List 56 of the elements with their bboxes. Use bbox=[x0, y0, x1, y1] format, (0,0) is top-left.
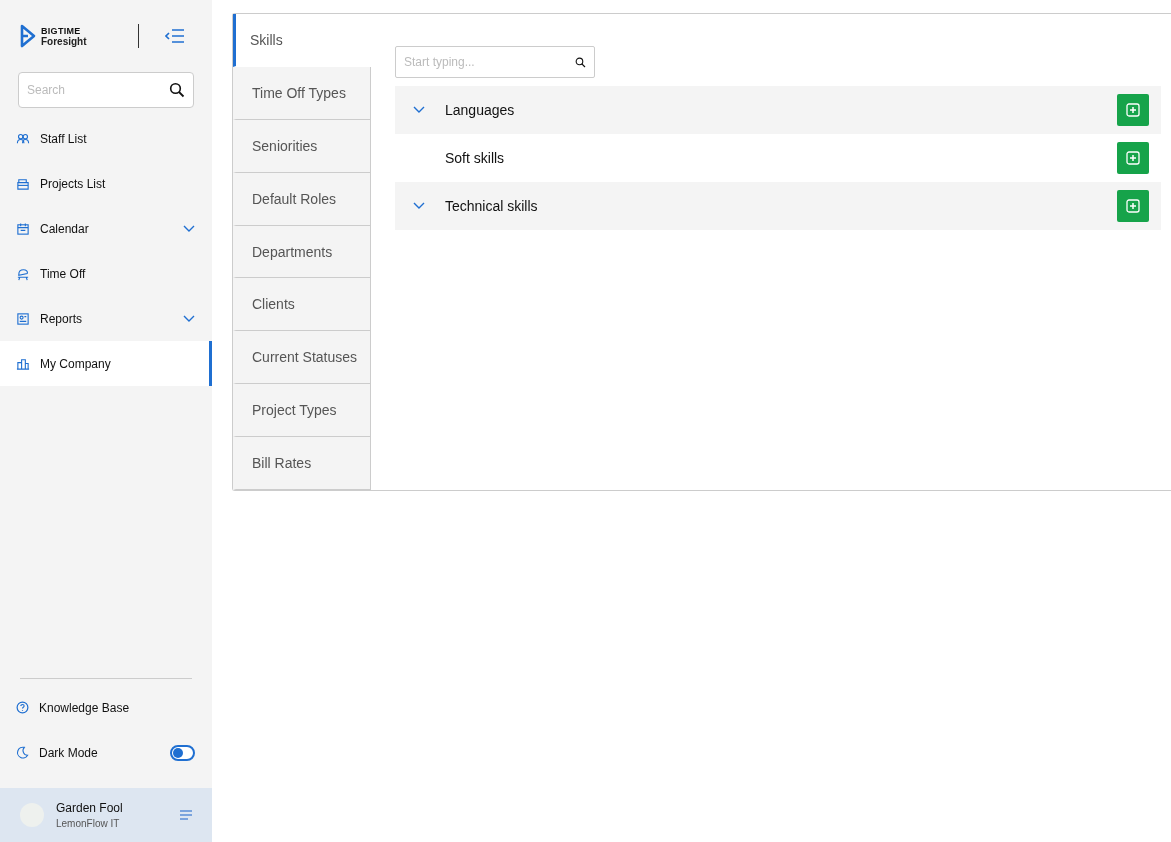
add-button[interactable] bbox=[1117, 142, 1149, 174]
chevron-down-icon bbox=[183, 224, 195, 233]
nav-item[interactable]: Reports bbox=[0, 296, 212, 341]
nav-label: Reports bbox=[40, 311, 84, 326]
plus-icon bbox=[1126, 151, 1140, 165]
user-name: Garden Fool bbox=[56, 801, 124, 815]
report-icon bbox=[16, 311, 30, 326]
setting-label: Dark Mode bbox=[39, 745, 99, 760]
search-icon bbox=[169, 82, 185, 98]
moon-icon bbox=[16, 746, 29, 759]
help-icon bbox=[16, 701, 29, 714]
tab[interactable]: Current Statuses bbox=[233, 331, 371, 385]
nav-label: My Company bbox=[40, 356, 112, 371]
nav-label: Knowledge Base bbox=[39, 700, 131, 715]
user-company: LemonFlow IT bbox=[56, 818, 121, 829]
folder-icon bbox=[16, 176, 30, 191]
people-icon bbox=[16, 131, 30, 146]
plus-icon bbox=[1126, 199, 1140, 213]
nav-item[interactable]: My Company bbox=[0, 341, 212, 386]
tab[interactable]: Seniorities bbox=[233, 119, 371, 173]
nav-item[interactable]: Staff List bbox=[0, 116, 212, 161]
nav-item[interactable]: Time Off bbox=[0, 251, 212, 296]
nav-item[interactable]: Knowledge Base bbox=[0, 685, 212, 730]
nav-item[interactable]: Projects List bbox=[0, 161, 212, 206]
calendar-icon bbox=[16, 221, 30, 236]
collapse-menu-button[interactable] bbox=[164, 29, 185, 43]
skill-group-name: Soft skills bbox=[445, 150, 506, 166]
nav-item[interactable]: Calendar bbox=[0, 206, 212, 251]
tab[interactable]: Departments bbox=[233, 225, 371, 279]
skill-group-name: Languages bbox=[445, 102, 516, 118]
logo-icon bbox=[20, 24, 36, 48]
chevron-down-icon bbox=[413, 202, 425, 210]
dark-mode-toggle[interactable] bbox=[170, 744, 195, 761]
lounger-icon bbox=[16, 266, 30, 281]
nav-label: Staff List bbox=[40, 131, 88, 146]
brand-name: BIGTIME bbox=[41, 25, 82, 36]
add-button[interactable] bbox=[1117, 190, 1149, 222]
tab[interactable]: Default Roles bbox=[233, 172, 371, 226]
skill-group-name: Technical skills bbox=[445, 198, 539, 214]
brand-product: Foresight bbox=[41, 35, 87, 47]
tab[interactable]: Project Types bbox=[233, 384, 371, 438]
nav-label: Projects List bbox=[40, 176, 107, 191]
search-icon bbox=[575, 56, 586, 68]
search-field[interactable]: Search bbox=[18, 72, 194, 108]
filter-field[interactable]: Start typing... bbox=[395, 46, 595, 78]
plus-icon bbox=[1126, 103, 1140, 117]
chevron-down-icon bbox=[413, 106, 425, 114]
menu-icon[interactable] bbox=[180, 810, 192, 820]
tab[interactable]: Clients bbox=[233, 278, 371, 332]
nav-label: Time Off bbox=[40, 266, 87, 281]
nav-label: Calendar bbox=[40, 221, 90, 236]
building-icon bbox=[16, 356, 30, 371]
tab[interactable]: Time Off Types bbox=[233, 66, 371, 120]
add-button[interactable] bbox=[1117, 94, 1149, 126]
chevron-down-icon bbox=[183, 314, 195, 323]
tab[interactable]: Bill Rates bbox=[233, 437, 371, 490]
